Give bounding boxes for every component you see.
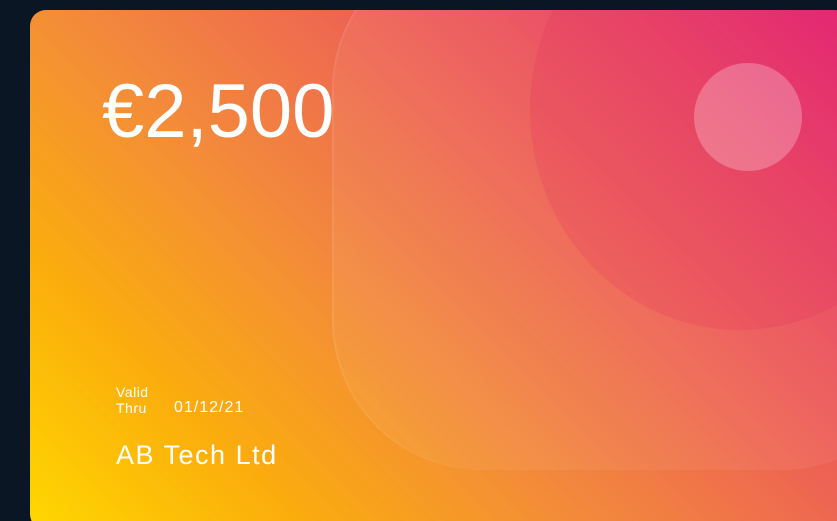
card-amount: €2,500 <box>102 69 335 154</box>
valid-thru-date: 01/12/21 <box>174 399 245 416</box>
gift-card: €2,500 Valid Thru 01/12/21 AB Tech Ltd <box>30 10 837 521</box>
card-circle-icon <box>694 63 802 171</box>
valid-thru-label: Valid Thru <box>116 384 149 416</box>
card-holder-name: AB Tech Ltd <box>116 440 278 470</box>
